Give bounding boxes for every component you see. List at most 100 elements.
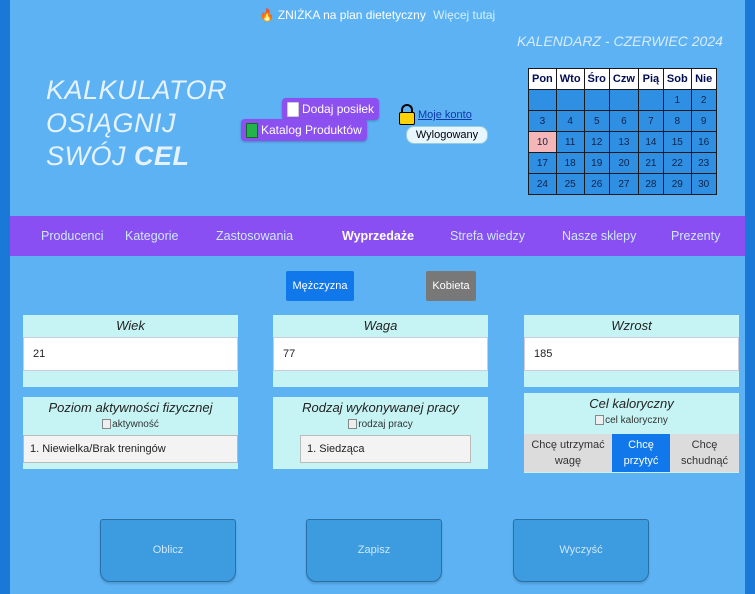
activity-image: aktywność <box>23 419 238 430</box>
work-image: rodzaj pracy <box>273 419 488 430</box>
clear-button[interactable]: Wyczyść <box>513 519 649 582</box>
goal-option-lose[interactable]: Chcę schudnąć <box>670 434 739 472</box>
calendar-day[interactable]: 15 <box>662 131 692 153</box>
calendar-day[interactable]: 5 <box>583 110 610 132</box>
calendar-day-header: Pią <box>637 68 664 90</box>
weight-card: Waga 77 <box>273 315 488 387</box>
page-frame: 🔥 ZNIŻKA na plan dietetyczny Więcej tutaj… <box>10 0 745 594</box>
calendar-day[interactable]: 7 <box>637 110 664 132</box>
calculate-button[interactable]: Oblicz <box>100 519 236 582</box>
goal-card: Cel kaloryczny cel kaloryczny Chcę utrzy… <box>524 393 739 473</box>
nav-item-zastosowania[interactable]: Zastosowania <box>216 229 293 243</box>
calendar-day[interactable]: 29 <box>662 173 692 195</box>
male-button[interactable]: Mężczyzna <box>286 271 354 301</box>
calendar-day[interactable]: 25 <box>555 173 585 195</box>
calendar-day[interactable]: 1 <box>662 89 692 111</box>
work-label: Rodzaj wykonywanej pracy <box>302 400 459 415</box>
main-nav: Producenci Kategorie Zastosowania Wyprze… <box>10 216 745 256</box>
document-icon <box>287 102 299 118</box>
calendar-day-header: Sob <box>662 68 692 90</box>
calendar-day-header: Śro <box>583 68 610 90</box>
lock-icon <box>399 104 415 125</box>
calendar-day[interactable]: 27 <box>608 173 639 195</box>
calendar-empty-cell <box>608 89 639 111</box>
calendar-empty-cell <box>583 89 610 111</box>
calendar-day[interactable]: 9 <box>690 110 717 132</box>
calendar-day[interactable]: 17 <box>528 152 557 174</box>
age-input[interactable]: 21 <box>23 337 238 371</box>
calendar-day[interactable]: 8 <box>662 110 692 132</box>
calendar-day[interactable]: 26 <box>583 173 610 195</box>
female-button[interactable]: Kobieta <box>426 271 476 301</box>
weight-input[interactable]: 77 <box>273 337 488 371</box>
calendar-day[interactable]: 14 <box>637 131 664 153</box>
product-catalog-button[interactable]: Katalog Produktów <box>241 119 367 141</box>
nav-item-strefa-wiedzy[interactable]: Strefa wiedzy <box>450 229 525 243</box>
add-meal-button[interactable]: Dodaj posiłek <box>282 98 380 120</box>
logo-line-3: SWÓJ CEL <box>46 141 190 171</box>
calendar-day-header: Wto <box>555 68 585 90</box>
calendar-day[interactable]: 4 <box>555 110 585 132</box>
broken-image-icon <box>348 419 358 430</box>
calendar-day[interactable]: 10 <box>528 131 557 153</box>
work-select[interactable]: 1. Siedząca <box>300 435 471 463</box>
book-icon <box>246 123 258 139</box>
nav-item-prezenty[interactable]: Prezenty <box>671 229 720 243</box>
weight-label: Waga <box>363 318 398 333</box>
age-card: Wiek 21 <box>23 315 238 387</box>
broken-image-icon <box>102 419 112 430</box>
nav-item-kategorie[interactable]: Kategorie <box>125 229 179 243</box>
calendar-day-header: Pon <box>528 68 557 90</box>
logo-line-2: OSIĄGNIJ <box>46 108 177 138</box>
goal-image: cel kaloryczny <box>524 415 739 426</box>
activity-label: Poziom aktywności fizycznej <box>48 400 213 415</box>
calendar-day[interactable]: 2 <box>690 89 717 111</box>
logo-line-1: KALKULATOR <box>46 75 228 105</box>
calendar-grid: Pon Wto Śro Czw Pią Sob Nie 1 2 3 4 5 6 7 8 9 10 11 12 13 1… <box>528 68 717 195</box>
height-label: Wzrost <box>611 318 652 333</box>
calendar-day[interactable]: 12 <box>583 131 610 153</box>
goal-label: Cel kaloryczny <box>589 396 674 411</box>
calendar-day[interactable]: 13 <box>608 131 639 153</box>
calendar-day[interactable]: 23 <box>690 152 717 174</box>
calendar-day[interactable]: 6 <box>608 110 639 132</box>
calendar-day[interactable]: 18 <box>555 152 585 174</box>
calendar-title: KALENDARZ - CZERWIEC 2024 <box>517 33 723 49</box>
nav-item-nasze-sklepy[interactable]: Nasze sklepy <box>562 229 636 243</box>
calendar-day[interactable]: 16 <box>690 131 717 153</box>
promo-text: ZNIŻKA na plan dietetyczny <box>277 8 426 22</box>
calendar-day[interactable]: 19 <box>583 152 610 174</box>
promo-link[interactable]: Więcej tutaj <box>433 8 495 22</box>
calendar-day[interactable]: 20 <box>608 152 639 174</box>
goal-option-maintain[interactable]: Chcę utrzymać wagę <box>524 434 612 472</box>
calendar-day-header: Nie <box>690 68 717 90</box>
calendar-day[interactable]: 3 <box>528 110 557 132</box>
age-label: Wiek <box>116 318 145 333</box>
calendar-day[interactable]: 30 <box>690 173 717 195</box>
site-logo[interactable]: KALKULATOR OSIĄGNIJ SWÓJ CEL <box>46 74 246 173</box>
login-status-badge: Wylogowany <box>406 126 488 144</box>
calendar-empty-cell <box>528 89 557 111</box>
activity-select[interactable]: 1. Niewielka/Brak treningów <box>23 435 238 463</box>
height-card: Wzrost 185 <box>524 315 739 387</box>
flame-icon: 🔥 <box>259 8 275 22</box>
calendar-day[interactable]: 11 <box>555 131 585 153</box>
nav-item-wyprzedaze[interactable]: Wyprzedaże <box>342 229 414 243</box>
broken-image-icon <box>595 415 605 426</box>
activity-card: Poziom aktywności fizycznej aktywność 1.… <box>23 397 238 469</box>
height-input[interactable]: 185 <box>524 337 739 371</box>
calendar-day[interactable]: 22 <box>662 152 692 174</box>
calendar-empty-cell <box>637 89 664 111</box>
calendar-day[interactable]: 24 <box>528 173 557 195</box>
calendar-day[interactable]: 28 <box>637 173 664 195</box>
account-link[interactable]: Moje konto <box>418 109 472 121</box>
goal-options: Chcę utrzymać wagę Chcę przytyć Chcę sch… <box>524 434 739 472</box>
promo-bar: 🔥 ZNIŻKA na plan dietetyczny Więcej tutaj <box>10 0 745 28</box>
save-button[interactable]: Zapisz <box>306 519 442 582</box>
calendar-day[interactable]: 21 <box>637 152 664 174</box>
calendar-day-header: Czw <box>608 68 639 90</box>
nav-item-producenci[interactable]: Producenci <box>41 229 104 243</box>
work-card: Rodzaj wykonywanej pracy rodzaj pracy 1.… <box>273 397 488 469</box>
calendar-empty-cell <box>555 89 585 111</box>
goal-option-gain[interactable]: Chcę przytyć <box>612 434 670 472</box>
